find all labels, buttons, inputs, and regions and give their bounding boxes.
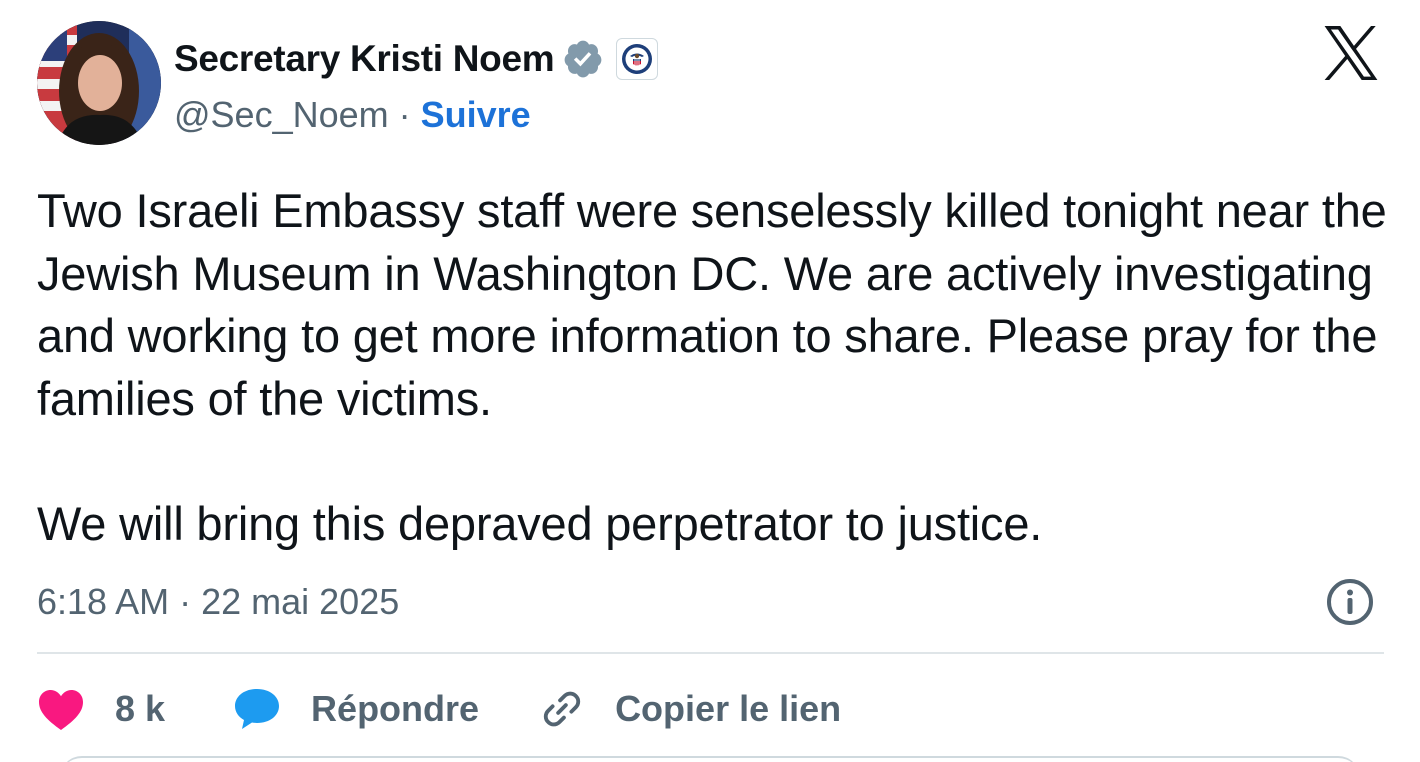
- timestamp-separator: ·: [179, 581, 192, 622]
- verified-badge-icon: [562, 38, 604, 80]
- tweet-timestamp[interactable]: 6:18 AM · 22 mai 2025: [37, 578, 399, 626]
- copy-link-button[interactable]: Copier le lien: [539, 686, 841, 732]
- tweet-card: Secretary Kristi Noem @Sec_Noem · Suivre: [0, 0, 1420, 762]
- author-name-row: Secretary Kristi Noem: [174, 36, 659, 82]
- tweet-paragraph: We will bring this depraved perpetrator …: [37, 496, 1043, 550]
- author-handle[interactable]: @Sec_Noem: [174, 94, 389, 136]
- reply-button[interactable]: Répondre: [233, 687, 479, 731]
- tweet-text: Two Israeli Embassy staff were senseless…: [37, 180, 1387, 555]
- like-button[interactable]: 8 k: [37, 687, 165, 731]
- link-icon: [539, 686, 585, 732]
- follow-button[interactable]: Suivre: [421, 94, 531, 136]
- like-count: 8 k: [115, 688, 166, 729]
- handle-separator: ·: [398, 94, 411, 135]
- dhs-seal-icon: [616, 38, 659, 80]
- author-handle-row: @Sec_Noem · Suivre: [174, 94, 531, 136]
- tweet-time: 6:18 AM: [37, 581, 170, 622]
- info-icon[interactable]: [1325, 577, 1375, 627]
- avatar-image: [37, 21, 161, 145]
- tweet-paragraph: Two Israeli Embassy staff were senseless…: [37, 184, 1387, 425]
- heart-icon: [37, 687, 85, 731]
- read-replies-button-edge[interactable]: [60, 756, 1360, 762]
- divider: [37, 652, 1384, 654]
- speech-bubble-icon: [233, 687, 281, 731]
- author-display-name[interactable]: Secretary Kristi Noem: [174, 38, 555, 80]
- avatar[interactable]: [37, 21, 161, 145]
- action-bar: 8 k Répondre Copier le lien: [37, 682, 841, 736]
- tweet-date: 22 mai 2025: [201, 581, 400, 622]
- x-logo-icon[interactable]: [1321, 26, 1381, 80]
- reply-label: Répondre: [311, 688, 480, 729]
- copy-link-label: Copier le lien: [615, 688, 842, 729]
